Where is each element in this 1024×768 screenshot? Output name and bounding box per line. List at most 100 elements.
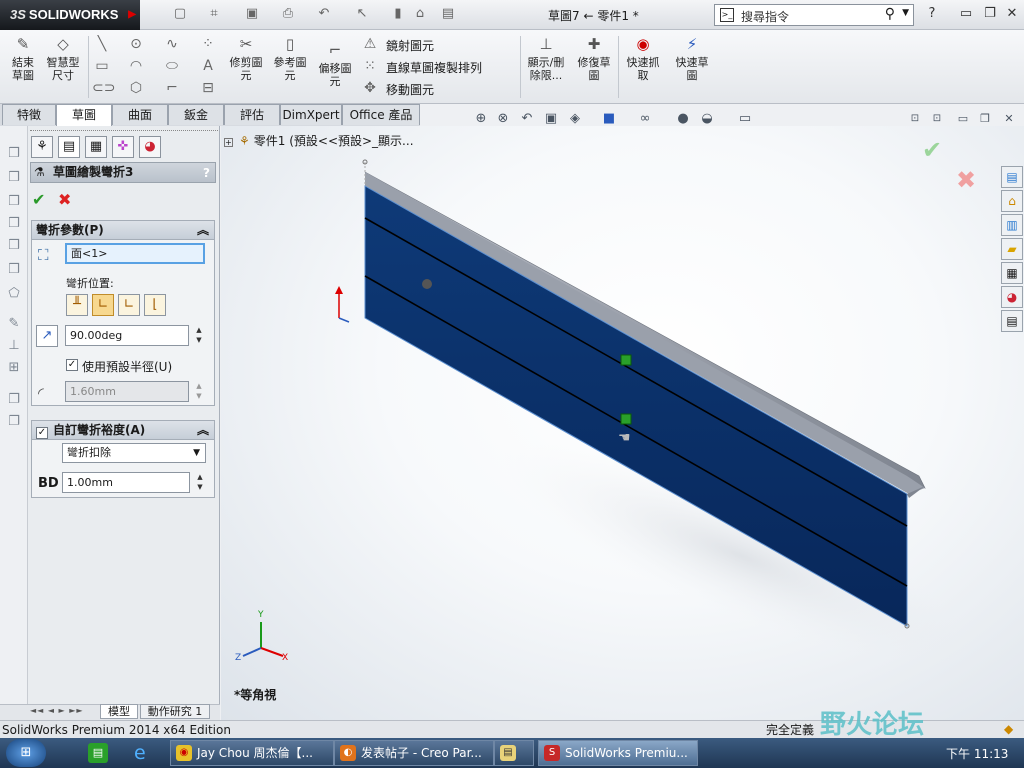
sketch-icon[interactable]: ✎ <box>6 316 22 332</box>
fixed-face-field[interactable]: 面<1> <box>65 243 205 264</box>
configuration-manager-tab-icon[interactable]: ▦ <box>85 136 107 158</box>
bend-centerline-icon[interactable]: ╨ <box>66 294 88 316</box>
ok-button[interactable]: ✔ <box>32 190 45 209</box>
fillet-icon[interactable]: ⌐ <box>162 78 182 98</box>
restore-button[interactable]: ❐ <box>980 5 1000 23</box>
material-inside-icon[interactable]: ∟ <box>92 294 114 316</box>
copy-icon[interactable]: ❐ <box>6 392 22 408</box>
taskbar-item-firefox[interactable]: ◐ 发表帖子 - Creo Par... <box>334 740 494 766</box>
box-icon[interactable]: ❒ <box>6 146 22 162</box>
open-icon[interactable]: ⌗ <box>206 6 222 22</box>
tab-scroll-arrows[interactable]: ◄◄ ◄ ► ►► <box>30 706 94 715</box>
plane-icon[interactable]: ⊟ <box>198 78 218 98</box>
tab-dimxpert[interactable]: DimXpert <box>280 104 342 125</box>
property-manager-tab-icon[interactable]: ▤ <box>58 136 80 158</box>
print-icon[interactable]: ⎙ <box>280 6 296 22</box>
options-icon[interactable]: ▤ <box>440 6 456 22</box>
new-document-icon[interactable]: ▢ <box>172 6 188 22</box>
pattern-icon[interactable]: ⊞ <box>6 360 22 376</box>
bend-angle-icon[interactable]: ↗ <box>36 325 58 347</box>
material-outside-icon[interactable]: ∟ <box>118 294 140 316</box>
close-button[interactable]: ✕ <box>1002 5 1022 23</box>
box-icon[interactable]: ⬠ <box>6 286 22 302</box>
slot-icon[interactable]: ⊂⊃ <box>92 78 115 98</box>
mirror-icon[interactable]: ⚠ <box>360 34 380 54</box>
rebuild-icon[interactable]: ▮ <box>390 6 406 22</box>
view-palette-icon[interactable]: ▦ <box>1001 262 1023 284</box>
bend-angle-field[interactable]: 90.00deg <box>65 325 189 346</box>
appearances-icon[interactable]: ◕ <box>1001 286 1023 308</box>
spline-icon[interactable]: ∿ <box>162 34 182 54</box>
search-box[interactable]: >_ 搜尋指令 ⚲ ▼ <box>714 4 914 26</box>
spin-arrows-icon[interactable]: ▲ ▼ <box>193 325 205 346</box>
file-explorer-icon[interactable]: ▰ <box>1001 238 1023 260</box>
arc-icon[interactable]: ◠ <box>126 56 146 76</box>
file-properties-icon[interactable]: ⌂ <box>412 6 428 22</box>
model-view[interactable]: ☚ <box>221 126 1024 720</box>
group-header[interactable]: ✓ 自訂彎折裕度(A) ︽ <box>32 421 214 440</box>
display-delete-relations-button[interactable]: ⊥ 顯示/刪 除限... <box>524 34 568 82</box>
tab-evaluate[interactable]: 評估 <box>224 104 280 125</box>
spin-arrows-icon[interactable]: ▲ ▼ <box>194 472 206 493</box>
copy-icon[interactable]: ❐ <box>6 414 22 430</box>
menu-arrow-icon[interactable]: ▶ <box>128 0 136 30</box>
tab-sheet-metal[interactable]: 鈑金 <box>168 104 224 125</box>
feature-manager-tab-icon[interactable]: ⚘ <box>31 136 53 158</box>
box-icon[interactable]: ❒ <box>6 170 22 186</box>
linear-pattern-button[interactable]: 直線草圖複製排列 <box>386 59 482 76</box>
relations-icon[interactable]: ⊥ <box>6 338 22 354</box>
group-header[interactable]: 彎折參數(P) ︽ <box>32 221 214 240</box>
circle-icon[interactable]: ⊙ <box>126 34 146 54</box>
custom-properties-icon[interactable]: ▤ <box>1001 310 1023 332</box>
box-icon[interactable]: ❒ <box>6 216 22 232</box>
mirror-entities-button[interactable]: 鏡射圖元 <box>386 37 434 54</box>
smart-dimension-button[interactable]: ◇ 智慧型 尺寸 <box>42 34 84 82</box>
search-icon[interactable]: ⚲ <box>885 6 895 22</box>
linear-pattern-icon[interactable]: ⁙ <box>360 56 380 76</box>
box-icon[interactable]: ❒ <box>6 262 22 278</box>
text-icon[interactable]: A <box>198 56 218 76</box>
chevron-up-icon[interactable]: ︽ <box>197 221 209 239</box>
chevron-down-icon[interactable]: ▼ <box>902 8 909 18</box>
reference-geometry-button[interactable]: ▯ 參考圖 元 <box>272 34 308 82</box>
start-button[interactable]: ⊞ <box>6 739 46 767</box>
rapid-sketch-button[interactable]: ⚡ 快速草 圖 <box>670 34 714 82</box>
minimize-button[interactable]: ▭ <box>956 5 976 23</box>
relation-marker-icon[interactable] <box>620 354 632 366</box>
select-icon[interactable]: ↖ <box>354 6 370 22</box>
search-input[interactable]: 搜尋指令 <box>741 8 789 25</box>
cancel-button[interactable]: ✖ <box>58 190 71 209</box>
bend-outside-icon[interactable]: ⌊ <box>144 294 166 316</box>
tab-office-products[interactable]: Office 產品 <box>342 104 420 125</box>
repair-sketch-button[interactable]: ✚ 修復草 圖 <box>574 34 614 82</box>
tag-icon[interactable]: ◆ <box>1004 721 1013 737</box>
move-icon[interactable]: ✥ <box>360 78 380 98</box>
chevron-up-icon[interactable]: ︽ <box>197 421 209 439</box>
dimxpert-manager-tab-icon[interactable]: ✜ <box>112 136 134 158</box>
bend-deduction-field[interactable]: 1.00mm <box>62 472 190 493</box>
point-icon[interactable]: ⁘ <box>198 34 218 54</box>
taskbar-item-solidworks[interactable]: S SolidWorks Premiu... <box>538 740 698 766</box>
bend-radius-field[interactable]: 1.60mm <box>65 381 189 402</box>
rectangle-icon[interactable]: ▭ <box>92 56 112 76</box>
box-icon[interactable]: ❒ <box>6 194 22 210</box>
help-icon[interactable]: ? <box>922 5 942 23</box>
trim-entities-button[interactable]: ✂ 修剪圖 元 <box>228 34 264 82</box>
move-entities-button[interactable]: 移動圖元 <box>386 81 434 98</box>
solidworks-logo[interactable]: 3S SOLIDWORKS ▶ <box>0 0 140 30</box>
undo-icon[interactable]: ↶ <box>316 6 332 22</box>
offset-entities-button[interactable]: ⌐ 偏移圖 元 <box>316 40 354 88</box>
polygon-icon[interactable]: ⬡ <box>126 78 146 98</box>
tab-features[interactable]: 特徵 <box>2 104 56 125</box>
quick-snaps-button[interactable]: ◉ 快速抓 取 <box>622 34 664 82</box>
custom-bend-allowance-checkbox[interactable]: ✓ <box>36 427 48 439</box>
solidworks-resources-icon[interactable]: ▤ <box>1001 166 1023 188</box>
spin-arrows-icon[interactable]: ▲ ▼ <box>193 381 205 402</box>
help-icon[interactable]: ? <box>203 164 210 183</box>
relation-marker-icon[interactable] <box>620 413 632 425</box>
use-default-radius-checkbox[interactable]: ✓ <box>66 359 78 371</box>
bend-allowance-type-select[interactable]: 彎折扣除 ▼ <box>62 443 206 463</box>
tab-surfaces[interactable]: 曲面 <box>112 104 168 125</box>
taskbar-item-app[interactable]: ▤ <box>494 740 534 766</box>
taskbar-item-chrome[interactable]: ◉ Jay Chou 周杰倫【... <box>170 740 334 766</box>
